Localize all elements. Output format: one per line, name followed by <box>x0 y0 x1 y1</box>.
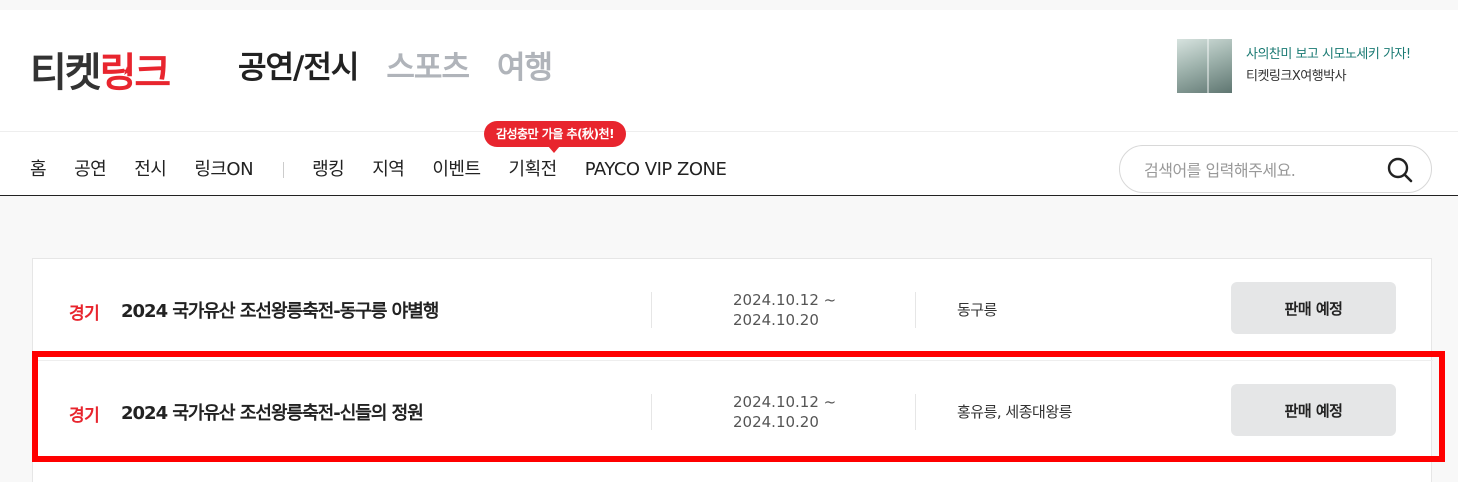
top-strip <box>0 0 1458 10</box>
promo-subtitle: 티켓링크X여행박사 <box>1246 69 1347 84</box>
category-nav: 공연/전시 스포츠 여행 <box>238 48 553 88</box>
menu-item-linkon[interactable]: 링크ON <box>194 156 253 184</box>
event-dates: 2024.10.12 ~ 2024.10.20 <box>733 290 836 330</box>
event-venue: 동구릉 <box>957 301 997 319</box>
region-label: 경기 <box>69 406 100 426</box>
search-input[interactable] <box>1144 158 1374 182</box>
event-dates: 2024.10.12 ~ 2024.10.20 <box>733 392 836 432</box>
column-divider <box>651 394 652 430</box>
header-divider <box>0 131 1458 132</box>
star-icon: ★ <box>121 64 133 78</box>
event-venue: 홍유릉, 세종대왕릉 <box>957 403 1072 421</box>
category-performance-exhibition[interactable]: 공연/전시 <box>238 48 359 88</box>
menu-item-payco-vip[interactable]: PAYCO VIP ZONE <box>585 156 727 184</box>
list-item[interactable]: 경기 2024 국가유산 조선왕릉축전-동구릉 야별행 2024.10.12 ~… <box>33 259 1433 360</box>
menu-separator <box>283 162 285 178</box>
status-button[interactable]: 판매 예정 <box>1231 384 1396 436</box>
menu-item-region[interactable]: 지역 <box>372 156 405 184</box>
list-item[interactable]: 경기 2024 국가유산 조선왕릉축전-신들의 정원 2024.10.12 ~ … <box>33 360 1433 461</box>
menu-item-event[interactable]: 이벤트 <box>432 156 481 184</box>
logo-part-2: ★ 링크 <box>99 50 172 96</box>
search-icon[interactable] <box>1386 156 1414 184</box>
menu-item-exhibition[interactable]: 전시 <box>134 156 167 184</box>
promo-title: 사의찬미 보고 시모노세키 가자! <box>1246 47 1411 62</box>
search-box <box>1119 145 1432 193</box>
logo-part-2-text: 링크 <box>99 50 172 96</box>
promo-thumbnail <box>1177 39 1232 93</box>
category-sports[interactable]: 스포츠 <box>386 48 470 88</box>
menu-item-home[interactable]: 홈 <box>30 156 47 184</box>
status-button[interactable]: 판매 예정 <box>1231 282 1396 334</box>
category-travel[interactable]: 여행 <box>497 48 553 88</box>
column-divider <box>915 394 916 430</box>
date-end: 2024.10.20 <box>733 311 819 329</box>
menu-item-special[interactable]: 기획전 <box>509 156 558 184</box>
event-title[interactable]: 2024 국가유산 조선왕릉축전-신들의 정원 <box>121 399 424 425</box>
menu-item-performance[interactable]: 공연 <box>74 156 107 184</box>
date-start: 2024.10.12 ~ <box>733 291 837 309</box>
promo-text: 사의찬미 보고 시모노세키 가자! 티켓링크X여행박사 <box>1246 46 1411 86</box>
menu-item-ranking[interactable]: 랭킹 <box>312 156 345 184</box>
site-header: 티켓 ★ 링크 공연/전시 스포츠 여행 사의찬미 보고 시모노세키 가자! 티켓링… <box>0 10 1458 196</box>
date-end: 2024.10.20 <box>733 413 819 431</box>
region-label: 경기 <box>69 304 100 324</box>
column-divider <box>915 292 916 328</box>
event-title[interactable]: 2024 국가유산 조선왕릉축전-동구릉 야별행 <box>121 297 439 323</box>
column-divider <box>651 292 652 328</box>
date-start: 2024.10.12 ~ <box>733 393 837 411</box>
promo-bubble[interactable]: 감성충만 가을 추(秋)천! <box>484 121 626 153</box>
event-list: 경기 2024 국가유산 조선왕릉축전-동구릉 야별행 2024.10.12 ~… <box>32 258 1433 482</box>
main-menu: 홈 공연 전시 링크ON 랭킹 지역 이벤트 기획전 PAYCO VIP ZON… <box>30 156 754 184</box>
logo-part-1: 티켓 <box>30 50 102 96</box>
promo-banner[interactable]: 사의찬미 보고 시모노세키 가자! 티켓링크X여행박사 <box>1177 39 1411 93</box>
ticketlink-logo[interactable]: 티켓 ★ 링크 <box>30 46 172 100</box>
